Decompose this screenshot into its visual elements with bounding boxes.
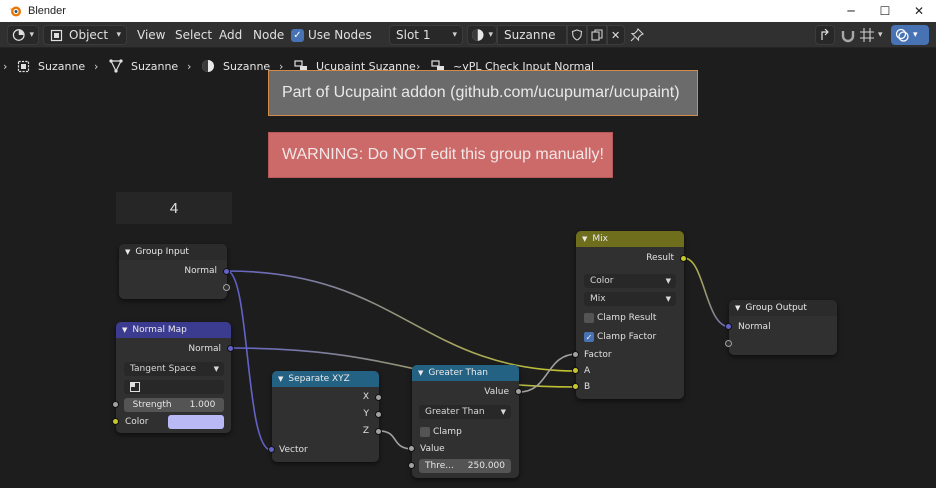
- collapse-arrow-icon[interactable]: ▼: [735, 304, 740, 312]
- threshold-label: Thre...: [425, 461, 454, 471]
- collapse-arrow-icon[interactable]: ▼: [122, 326, 127, 334]
- threshold-value: 250.000: [467, 461, 505, 471]
- node-mix[interactable]: ▼ Mix Result Color ▼ Mix ▼ Clamp Result ✓ C…: [572, 231, 687, 399]
- socket-threshold-input[interactable]: [408, 462, 415, 469]
- output-label: Normal: [188, 344, 221, 354]
- node-header[interactable]: ▼ Separate XYZ: [272, 371, 379, 387]
- blend-mode-select[interactable]: Mix ▼: [584, 292, 676, 306]
- socket-factor-input[interactable]: [572, 351, 579, 358]
- clamp-checkbox[interactable]: [420, 427, 430, 437]
- node-separate-xyz[interactable]: ▼ Separate XYZ X Y Z Vector: [268, 371, 382, 462]
- collapse-arrow-icon[interactable]: ▼: [278, 375, 283, 383]
- output-label: Normal: [184, 266, 217, 276]
- threshold-field[interactable]: Thre... 250.000: [419, 459, 511, 473]
- node-header[interactable]: ▼ Greater Than: [412, 365, 519, 381]
- input-label-value: Value: [420, 444, 445, 454]
- chevron-down-icon: ▼: [213, 365, 219, 373]
- socket-strength-input[interactable]: [112, 401, 119, 408]
- output-label: Value: [484, 387, 509, 397]
- chevron-down-icon: ▼: [500, 408, 506, 416]
- socket-normal-output[interactable]: [227, 345, 234, 352]
- output-label-y: Y: [363, 409, 370, 419]
- socket-value-input[interactable]: [408, 445, 415, 452]
- input-label-a: A: [584, 366, 591, 376]
- operation-select[interactable]: Greater Than ▼: [419, 405, 511, 419]
- socket-result-output[interactable]: [680, 255, 687, 262]
- socket-empty-output[interactable]: [223, 284, 230, 291]
- color-label: Color: [125, 417, 149, 427]
- socket-value-output[interactable]: [515, 388, 522, 395]
- node-header[interactable]: ▼ Normal Map: [116, 322, 231, 338]
- collapse-arrow-icon[interactable]: ▼: [125, 248, 130, 256]
- input-label-vector: Vector: [279, 445, 308, 455]
- clamp-label: Clamp: [433, 427, 462, 437]
- output-label-x: X: [362, 392, 369, 402]
- socket-a-input[interactable]: [572, 367, 579, 374]
- node-group-input[interactable]: ▼ Group Input Normal: [119, 244, 230, 299]
- strength-field[interactable]: Strength 1.000: [124, 398, 224, 412]
- input-label-b: B: [584, 382, 591, 392]
- data-type-select[interactable]: Color ▼: [584, 274, 676, 288]
- space-select[interactable]: Tangent Space ▼: [124, 362, 224, 376]
- output-label: Result: [646, 253, 674, 263]
- strength-label: Strength: [132, 400, 172, 410]
- socket-normal-input[interactable]: [725, 323, 732, 330]
- uv-map-icon: [130, 382, 140, 392]
- clamp-factor-checkbox[interactable]: ✓: [584, 332, 594, 342]
- collapse-arrow-icon[interactable]: ▼: [582, 235, 587, 243]
- node-header[interactable]: ▼ Group Input: [119, 244, 227, 260]
- socket-z-output[interactable]: [375, 428, 382, 435]
- socket-color-input[interactable]: [112, 418, 119, 425]
- chevron-down-icon: ▼: [665, 277, 671, 285]
- socket-empty-input[interactable]: [725, 340, 732, 347]
- node-header[interactable]: ▼ Mix: [576, 231, 684, 247]
- strength-value: 1.000: [189, 400, 216, 410]
- node-greater-than[interactable]: ▼ Greater Than Value Greater Than ▼ Clamp …: [408, 365, 522, 478]
- socket-y-output[interactable]: [375, 411, 382, 418]
- color-swatch[interactable]: [168, 415, 224, 429]
- socket-x-output[interactable]: [375, 394, 382, 401]
- socket-vector-input[interactable]: [268, 446, 275, 453]
- socket-b-input[interactable]: [572, 383, 579, 390]
- node-group-output[interactable]: ▼ Group Output Normal: [725, 300, 837, 355]
- node-normal-map[interactable]: ▼ Normal Map Normal Tangent Space ▼ Streng…: [112, 322, 234, 433]
- collapse-arrow-icon[interactable]: ▼: [418, 369, 423, 377]
- input-label-factor: Factor: [584, 350, 612, 360]
- chevron-down-icon: ▼: [665, 295, 671, 303]
- clamp-result-label: Clamp Result: [597, 313, 657, 323]
- socket-normal-output[interactable]: [223, 268, 230, 275]
- uv-map-field[interactable]: [124, 380, 224, 394]
- output-label-z: Z: [362, 426, 369, 436]
- node-header[interactable]: ▼ Group Output: [729, 300, 837, 316]
- clamp-factor-label: Clamp Factor: [597, 332, 657, 342]
- clamp-result-checkbox[interactable]: [584, 313, 594, 323]
- input-label-normal: Normal: [738, 322, 771, 332]
